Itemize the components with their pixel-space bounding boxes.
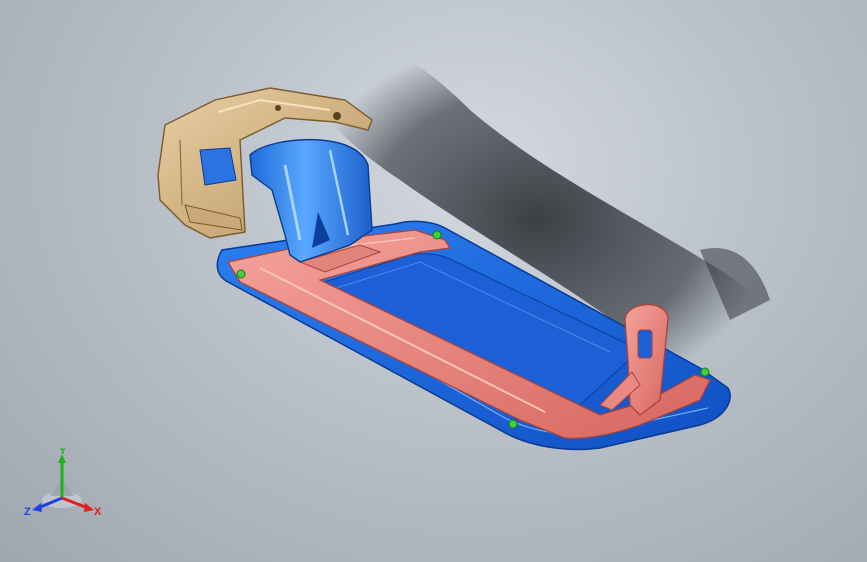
graphics-viewport[interactable]: Y X Z (0, 0, 867, 562)
z-axis-label: Z (24, 506, 31, 518)
y-axis-label: Y (59, 448, 67, 457)
reference-triad[interactable]: Y X Z (22, 445, 106, 528)
x-axis-label: X (94, 506, 102, 518)
model-scene[interactable] (0, 0, 867, 562)
triad-graphic: Y X Z (24, 445, 102, 518)
